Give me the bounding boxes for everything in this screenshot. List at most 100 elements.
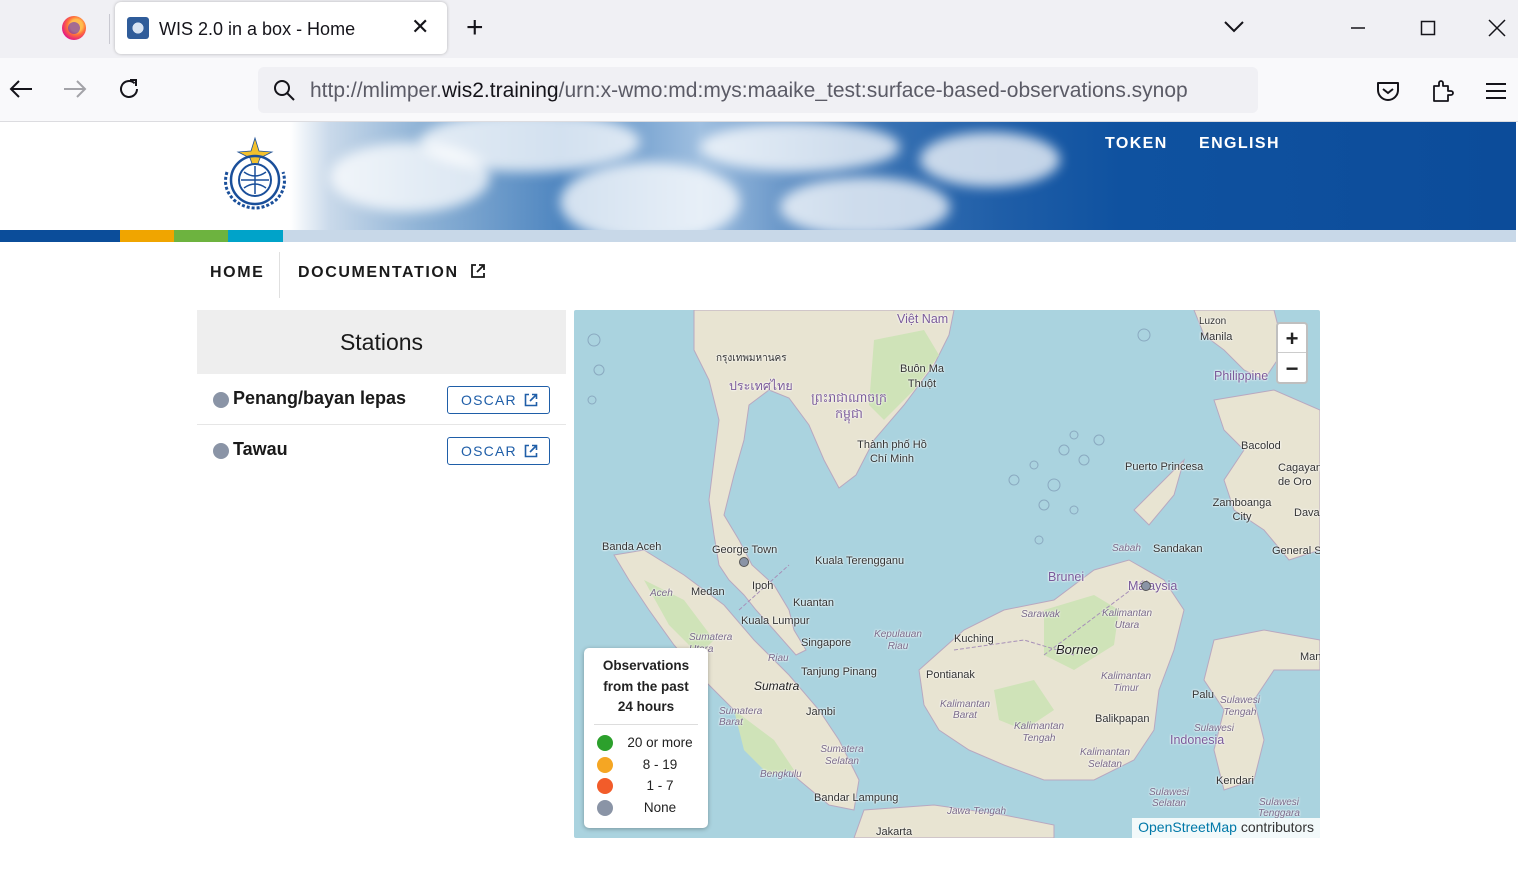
map-label: Cagayan de Oro — [1278, 462, 1320, 488]
map-label: Thành phố Hồ Chí Minh — [857, 439, 927, 465]
close-icon — [1488, 19, 1506, 37]
map-legend: Observations from the past 24 hours 20 o… — [584, 648, 708, 828]
tab-separator — [109, 14, 110, 44]
map-label: Việt Nam — [897, 312, 949, 326]
map-label: Sumatra — [754, 679, 800, 693]
map-label: Kalimantan Tengah — [1013, 721, 1065, 744]
map-label: Kalimantan Selatan — [1079, 747, 1131, 770]
map-label: Ipoh — [752, 580, 774, 592]
map-station-marker-tawau[interactable] — [1141, 581, 1151, 591]
reload-icon — [120, 79, 138, 98]
map-label: Sulawesi Tenggara — [1258, 797, 1300, 819]
wmo-logo-icon[interactable] — [220, 136, 290, 212]
station-row[interactable]: Tawau OSCAR — [197, 425, 566, 476]
map-label: Brunei — [1048, 570, 1085, 584]
map-label: Indonesia — [1170, 733, 1225, 747]
forward-arrow-icon — [64, 80, 87, 98]
external-link-icon — [524, 444, 538, 458]
legend-dot — [597, 800, 613, 816]
map-label: Bandar Lampung — [814, 792, 899, 804]
station-row[interactable]: Penang/bayan lepas OSCAR — [197, 374, 566, 425]
legend-label: None — [643, 800, 677, 815]
strip-green — [174, 230, 228, 242]
map-label: Sulawesi Tengah — [1219, 695, 1261, 718]
zoom-out-button[interactable]: − — [1278, 354, 1306, 383]
browser-tab-bar: WIS 2.0 in a box - Home ✕ + — [0, 0, 1518, 58]
legend-dot — [597, 735, 613, 751]
minimize-window-button[interactable] — [1350, 12, 1366, 44]
oscar-label: OSCAR — [461, 392, 517, 408]
zoom-in-button[interactable]: + — [1278, 324, 1306, 353]
legend-label: 8 - 19 — [642, 757, 678, 772]
tab-close-icon[interactable]: ✕ — [411, 14, 429, 40]
map-label: Sarawak — [1021, 609, 1060, 620]
forward-button[interactable] — [62, 72, 88, 109]
zoom-control: + − — [1276, 322, 1308, 384]
nav-home-link[interactable]: HOME — [210, 264, 264, 282]
station-map[interactable]: Việt Nam Luzon Manila Philippine กรุงเทพ… — [574, 310, 1320, 838]
map-label: Jakarta — [876, 826, 913, 838]
pocket-icon[interactable] — [1375, 78, 1401, 104]
map-label: Banda Aceh — [602, 541, 662, 553]
map-label: Manad — [1300, 651, 1320, 663]
stations-heading: Stations — [197, 310, 566, 374]
list-all-tabs-button[interactable] — [1223, 12, 1245, 42]
map-label: Kepulauan Riau — [874, 629, 922, 652]
browser-tab-active[interactable]: WIS 2.0 in a box - Home ✕ — [115, 2, 447, 54]
language-link[interactable]: ENGLISH — [1199, 135, 1280, 153]
map-station-marker-penang[interactable] — [739, 557, 749, 567]
map-label: Kuching — [954, 633, 994, 645]
station-name[interactable]: Tawau — [233, 439, 288, 460]
url-bar[interactable]: http://mlimper.wis2.training/urn:x-wmo:m… — [258, 67, 1258, 113]
legend-title-line: from the past — [603, 678, 689, 694]
map-label: Kuala Lumpur — [741, 615, 810, 627]
legend-title-line: Observations — [602, 658, 690, 673]
close-window-button[interactable] — [1488, 12, 1506, 45]
map-label: Balikpapan — [1095, 713, 1150, 725]
strip-cyan — [228, 230, 283, 242]
extensions-icon[interactable] — [1430, 78, 1456, 104]
back-button[interactable] — [8, 72, 34, 109]
legend-title-line: 24 hours — [617, 699, 675, 714]
map-label: Bacolod — [1241, 440, 1281, 452]
nav-documentation-link[interactable]: DOCUMENTATION — [298, 263, 486, 282]
token-link[interactable]: TOKEN — [1105, 135, 1168, 153]
wmo-favicon-icon — [127, 17, 149, 39]
reload-button[interactable] — [116, 72, 142, 109]
legend-label: 1 - 7 — [646, 778, 674, 793]
browser-nav-bar: http://mlimper.wis2.training/urn:x-wmo:m… — [0, 58, 1518, 122]
legend-dot — [597, 778, 613, 794]
subnav-divider — [279, 252, 280, 298]
legend-item: None — [584, 799, 708, 819]
map-label: Bengkulu — [760, 769, 802, 780]
strip-orange — [120, 230, 174, 242]
app-menu-icon[interactable] — [1483, 78, 1509, 104]
map-label: Luzon — [1199, 316, 1227, 327]
page-content: TOKEN ENGLISH HOME DOCUMENTATION Station… — [0, 122, 1518, 876]
map-label: กรุงเทพมหานคร — [716, 353, 787, 364]
back-arrow-icon — [9, 80, 32, 98]
station-name[interactable]: Penang/bayan lepas — [233, 388, 406, 409]
map-label: Pontianak — [926, 669, 975, 681]
map-label: Sulawesi Selatan — [1149, 787, 1190, 809]
oscar-button[interactable]: OSCAR — [447, 386, 550, 414]
maximize-window-button[interactable] — [1420, 12, 1436, 44]
map-label: Sumatera Barat — [719, 706, 763, 728]
new-tab-button[interactable]: + — [466, 12, 484, 44]
station-status-dot — [213, 443, 229, 459]
map-label: Aceh — [650, 588, 673, 599]
legend-dot — [597, 757, 613, 773]
openstreetmap-link[interactable]: OpenStreetMap — [1138, 819, 1237, 835]
firefox-logo-icon[interactable] — [62, 16, 86, 40]
url-prefix: http://mlimper. — [310, 79, 442, 102]
external-link-icon — [524, 393, 538, 407]
map-label: Malaysia — [1128, 579, 1178, 593]
stations-panel: Stations Penang/bayan lepas OSCAR Tawau … — [197, 310, 566, 476]
map-label: Tanjung Pinang — [801, 666, 877, 678]
url-text[interactable]: http://mlimper.wis2.training/urn:x-wmo:m… — [310, 79, 1188, 103]
oscar-button[interactable]: OSCAR — [447, 437, 550, 465]
url-path: /urn:x-wmo:md:mys:maaike_test:surface-ba… — [558, 79, 1188, 102]
documentation-label: DOCUMENTATION — [298, 264, 459, 281]
map-label: Borneo — [1056, 642, 1098, 657]
map-label: Kuala Terengganu — [815, 555, 905, 567]
